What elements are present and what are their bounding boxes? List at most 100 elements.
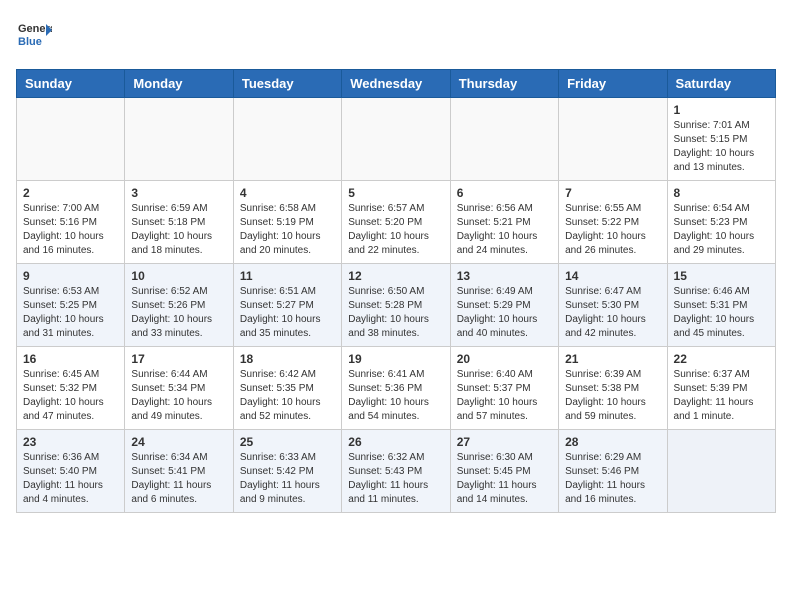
calendar-table: SundayMondayTuesdayWednesdayThursdayFrid… xyxy=(16,69,776,513)
day-info: Sunrise: 6:39 AM Sunset: 5:38 PM Dayligh… xyxy=(565,368,660,424)
calendar-cell xyxy=(667,430,775,513)
calendar-cell: 20 Sunrise: 6:40 AM Sunset: 5:37 PM Dayli… xyxy=(450,347,558,430)
day-info: Sunrise: 6:57 AM Sunset: 5:20 PM Dayligh… xyxy=(348,202,443,258)
day-info: Sunrise: 6:58 AM Sunset: 5:19 PM Dayligh… xyxy=(240,202,335,258)
calendar-body: 1 Sunrise: 7:01 AM Sunset: 5:15 PM Daylig… xyxy=(17,98,776,513)
calendar-cell: 4 Sunrise: 6:58 AM Sunset: 5:19 PM Daylig… xyxy=(233,181,341,264)
week-row-3: 9 Sunrise: 6:53 AM Sunset: 5:25 PM Daylig… xyxy=(17,264,776,347)
calendar-cell xyxy=(233,98,341,181)
logo-icon-container: General Blue xyxy=(16,16,52,57)
calendar-cell: 3 Sunrise: 6:59 AM Sunset: 5:18 PM Daylig… xyxy=(125,181,233,264)
day-info: Sunrise: 6:41 AM Sunset: 5:36 PM Dayligh… xyxy=(348,368,443,424)
calendar-cell: 5 Sunrise: 6:57 AM Sunset: 5:20 PM Daylig… xyxy=(342,181,450,264)
day-number: 15 xyxy=(674,269,769,283)
day-number: 18 xyxy=(240,352,335,366)
day-number: 7 xyxy=(565,186,660,200)
day-info: Sunrise: 6:36 AM Sunset: 5:40 PM Dayligh… xyxy=(23,451,118,507)
day-info: Sunrise: 6:45 AM Sunset: 5:32 PM Dayligh… xyxy=(23,368,118,424)
calendar-cell xyxy=(342,98,450,181)
svg-text:Blue: Blue xyxy=(18,36,42,48)
day-number: 20 xyxy=(457,352,552,366)
day-number: 9 xyxy=(23,269,118,283)
day-number: 27 xyxy=(457,435,552,449)
calendar-cell: 27 Sunrise: 6:30 AM Sunset: 5:45 PM Dayli… xyxy=(450,430,558,513)
calendar-cell: 8Sunrise: 6:54 AM Sunset: 5:23 PM Daylig… xyxy=(667,181,775,264)
day-info: Sunrise: 7:01 AM Sunset: 5:15 PM Dayligh… xyxy=(674,119,769,175)
day-info: Sunrise: 6:33 AM Sunset: 5:42 PM Dayligh… xyxy=(240,451,335,507)
calendar-cell: 12Sunrise: 6:50 AM Sunset: 5:28 PM Dayli… xyxy=(342,264,450,347)
day-number: 23 xyxy=(23,435,118,449)
day-info: Sunrise: 6:40 AM Sunset: 5:37 PM Dayligh… xyxy=(457,368,552,424)
day-number: 24 xyxy=(131,435,226,449)
calendar-cell xyxy=(450,98,558,181)
weekday-friday: Friday xyxy=(559,70,667,98)
calendar-cell xyxy=(125,98,233,181)
week-row-1: 1 Sunrise: 7:01 AM Sunset: 5:15 PM Daylig… xyxy=(17,98,776,181)
calendar-cell: 16 Sunrise: 6:45 AM Sunset: 5:32 PM Dayli… xyxy=(17,347,125,430)
day-info: Sunrise: 6:30 AM Sunset: 5:45 PM Dayligh… xyxy=(457,451,552,507)
weekday-sunday: Sunday xyxy=(17,70,125,98)
day-number: 10 xyxy=(131,269,226,283)
calendar-cell xyxy=(559,98,667,181)
day-number: 19 xyxy=(348,352,443,366)
day-number: 4 xyxy=(240,186,335,200)
day-info: Sunrise: 6:32 AM Sunset: 5:43 PM Dayligh… xyxy=(348,451,443,507)
day-number: 2 xyxy=(23,186,118,200)
weekday-monday: Monday xyxy=(125,70,233,98)
calendar-cell: 1 Sunrise: 7:01 AM Sunset: 5:15 PM Daylig… xyxy=(667,98,775,181)
day-info: Sunrise: 6:55 AM Sunset: 5:22 PM Dayligh… xyxy=(565,202,660,258)
day-number: 3 xyxy=(131,186,226,200)
day-number: 22 xyxy=(674,352,769,366)
day-info: Sunrise: 6:37 AM Sunset: 5:39 PM Dayligh… xyxy=(674,368,769,424)
day-number: 25 xyxy=(240,435,335,449)
weekday-saturday: Saturday xyxy=(667,70,775,98)
weekday-header-row: SundayMondayTuesdayWednesdayThursdayFrid… xyxy=(17,70,776,98)
calendar-cell: 13 Sunrise: 6:49 AM Sunset: 5:29 PM Dayli… xyxy=(450,264,558,347)
page-header: General Blue xyxy=(16,16,776,57)
day-info: Sunrise: 6:44 AM Sunset: 5:34 PM Dayligh… xyxy=(131,368,226,424)
day-number: 5 xyxy=(348,186,443,200)
day-number: 8 xyxy=(674,186,769,200)
day-number: 28 xyxy=(565,435,660,449)
day-info: Sunrise: 7:00 AM Sunset: 5:16 PM Dayligh… xyxy=(23,202,118,258)
calendar-cell: 15 Sunrise: 6:46 AM Sunset: 5:31 PM Dayli… xyxy=(667,264,775,347)
logo-svg: General Blue xyxy=(16,16,52,52)
calendar-cell: 22 Sunrise: 6:37 AM Sunset: 5:39 PM Dayli… xyxy=(667,347,775,430)
day-number: 21 xyxy=(565,352,660,366)
calendar-cell: 7 Sunrise: 6:55 AM Sunset: 5:22 PM Daylig… xyxy=(559,181,667,264)
calendar-cell: 18 Sunrise: 6:42 AM Sunset: 5:35 PM Dayli… xyxy=(233,347,341,430)
calendar-cell: 2 Sunrise: 7:00 AM Sunset: 5:16 PM Daylig… xyxy=(17,181,125,264)
calendar-cell: 11Sunrise: 6:51 AM Sunset: 5:27 PM Dayli… xyxy=(233,264,341,347)
calendar-cell: 23 Sunrise: 6:36 AM Sunset: 5:40 PM Dayli… xyxy=(17,430,125,513)
day-info: Sunrise: 6:34 AM Sunset: 5:41 PM Dayligh… xyxy=(131,451,226,507)
weekday-tuesday: Tuesday xyxy=(233,70,341,98)
day-number: 6 xyxy=(457,186,552,200)
week-row-4: 16 Sunrise: 6:45 AM Sunset: 5:32 PM Dayli… xyxy=(17,347,776,430)
logo-container: General Blue xyxy=(16,16,56,57)
day-number: 14 xyxy=(565,269,660,283)
calendar-cell xyxy=(17,98,125,181)
day-info: Sunrise: 6:42 AM Sunset: 5:35 PM Dayligh… xyxy=(240,368,335,424)
day-info: Sunrise: 6:53 AM Sunset: 5:25 PM Dayligh… xyxy=(23,285,118,341)
calendar-cell: 21 Sunrise: 6:39 AM Sunset: 5:38 PM Dayli… xyxy=(559,347,667,430)
day-info: Sunrise: 6:50 AM Sunset: 5:28 PM Dayligh… xyxy=(348,285,443,341)
day-info: Sunrise: 6:46 AM Sunset: 5:31 PM Dayligh… xyxy=(674,285,769,341)
week-row-5: 23 Sunrise: 6:36 AM Sunset: 5:40 PM Dayli… xyxy=(17,430,776,513)
day-info: Sunrise: 6:49 AM Sunset: 5:29 PM Dayligh… xyxy=(457,285,552,341)
calendar-cell: 26 Sunrise: 6:32 AM Sunset: 5:43 PM Dayli… xyxy=(342,430,450,513)
weekday-wednesday: Wednesday xyxy=(342,70,450,98)
calendar-cell: 17 Sunrise: 6:44 AM Sunset: 5:34 PM Dayli… xyxy=(125,347,233,430)
day-info: Sunrise: 6:59 AM Sunset: 5:18 PM Dayligh… xyxy=(131,202,226,258)
day-number: 26 xyxy=(348,435,443,449)
calendar-cell: 19 Sunrise: 6:41 AM Sunset: 5:36 PM Dayli… xyxy=(342,347,450,430)
day-info: Sunrise: 6:51 AM Sunset: 5:27 PM Dayligh… xyxy=(240,285,335,341)
calendar-cell: 9 Sunrise: 6:53 AM Sunset: 5:25 PM Daylig… xyxy=(17,264,125,347)
calendar-cell: 25 Sunrise: 6:33 AM Sunset: 5:42 PM Dayli… xyxy=(233,430,341,513)
day-number: 16 xyxy=(23,352,118,366)
calendar-cell: 24 Sunrise: 6:34 AM Sunset: 5:41 PM Dayli… xyxy=(125,430,233,513)
day-number: 17 xyxy=(131,352,226,366)
week-row-2: 2 Sunrise: 7:00 AM Sunset: 5:16 PM Daylig… xyxy=(17,181,776,264)
day-number: 1 xyxy=(674,103,769,117)
calendar-cell: 14Sunrise: 6:47 AM Sunset: 5:30 PM Dayli… xyxy=(559,264,667,347)
day-number: 13 xyxy=(457,269,552,283)
